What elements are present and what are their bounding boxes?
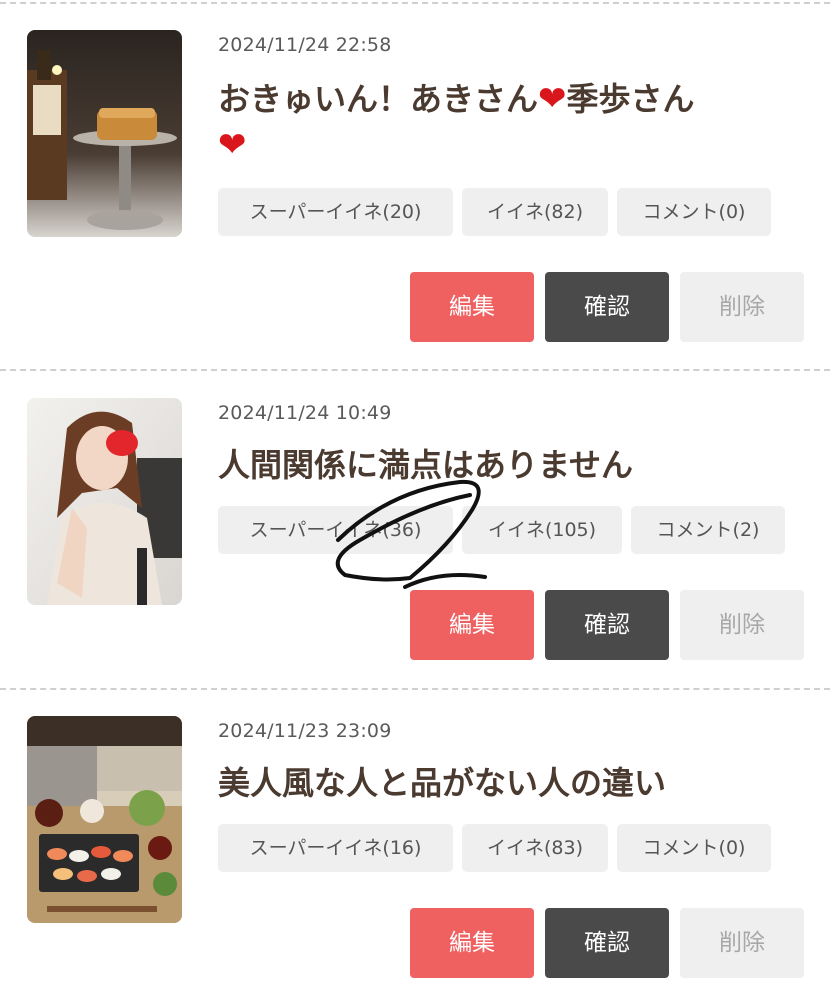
confirm-button[interactable]: 確認	[545, 908, 669, 978]
post-date: 2024/11/24 22:58	[218, 34, 392, 56]
edit-button[interactable]: 編集	[410, 908, 534, 978]
like-count[interactable]: イイネ(82)	[462, 188, 608, 236]
delete-button[interactable]: 削除	[680, 272, 804, 342]
super-like-count[interactable]: スーパーイイネ(16)	[218, 824, 453, 872]
post-date: 2024/11/24 10:49	[218, 402, 392, 424]
comment-count[interactable]: コメント(0)	[617, 824, 771, 872]
post-thumbnail[interactable]	[27, 30, 182, 237]
divider-2	[0, 688, 830, 690]
post-item[interactable]: 2024/11/23 23:09 美人風な人と品がない人の違い スーパーイイネ(…	[0, 716, 830, 986]
edit-button[interactable]: 編集	[410, 272, 534, 342]
delete-button[interactable]: 削除	[680, 590, 804, 660]
post-date: 2024/11/23 23:09	[218, 720, 392, 742]
heart-icon: ❤	[218, 125, 247, 165]
comment-count[interactable]: コメント(0)	[617, 188, 771, 236]
post-thumbnail[interactable]	[27, 716, 182, 923]
post-title[interactable]: おきゅいん！あきさん❤季歩さん ❤	[218, 76, 778, 168]
food-photo-image	[27, 30, 182, 237]
super-like-count[interactable]: スーパーイイネ(20)	[218, 188, 453, 236]
edit-button[interactable]: 編集	[410, 590, 534, 660]
post-title-text-2: 季歩さん	[566, 80, 695, 118]
like-count[interactable]: イイネ(105)	[462, 506, 622, 554]
comment-count[interactable]: コメント(2)	[631, 506, 785, 554]
delete-button[interactable]: 削除	[680, 908, 804, 978]
like-count[interactable]: イイネ(83)	[462, 824, 608, 872]
post-title-text-1: おきゅいん！あきさん	[218, 80, 539, 118]
heart-icon: ❤	[538, 79, 567, 119]
post-item[interactable]: 2024/11/24 10:49 人間関係に満点はありません スーパーイイネ(3…	[0, 398, 830, 668]
post-thumbnail[interactable]	[27, 398, 182, 605]
confirm-button[interactable]: 確認	[545, 590, 669, 660]
divider-1	[0, 369, 830, 371]
post-title[interactable]: 美人風な人と品がない人の違い	[218, 760, 778, 806]
divider-top	[0, 2, 830, 4]
confirm-button[interactable]: 確認	[545, 272, 669, 342]
post-title[interactable]: 人間関係に満点はありません	[218, 442, 778, 488]
post-item[interactable]: 2024/11/24 22:58 おきゅいん！あきさん❤季歩さん ❤ スーパーイイ…	[0, 30, 830, 350]
portrait-photo-image	[27, 398, 182, 605]
sushi-photo-image	[27, 716, 182, 923]
super-like-count[interactable]: スーパーイイネ(36)	[218, 506, 453, 554]
